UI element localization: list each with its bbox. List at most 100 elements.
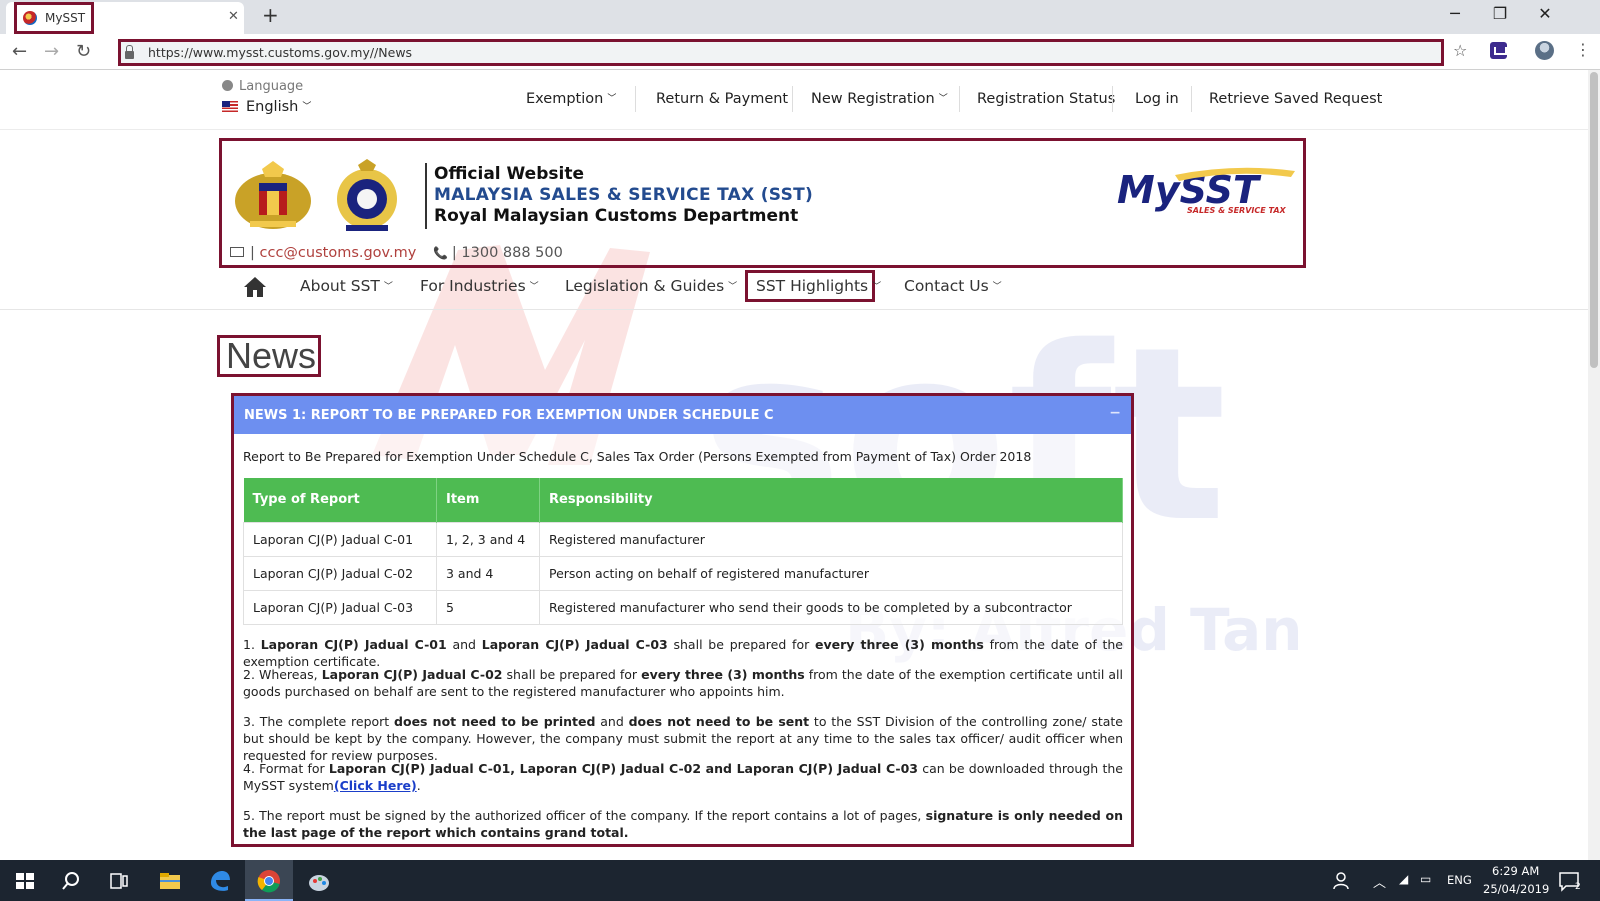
tab-title: MySST [45, 11, 86, 25]
header-title-customs: Royal Malaysian Customs Department [434, 206, 799, 226]
menu-sst-highlights[interactable]: SST Highlights ﹀ [756, 277, 881, 295]
nav-return-payment[interactable]: Return & Payment [656, 91, 788, 107]
site-header: Official Website MALAYSIA SALES & SERVIC… [219, 138, 1306, 268]
note-1: 1. Laporan CJ(P) Jadual C-01 and Laporan… [243, 637, 1124, 669]
globe-icon [222, 80, 233, 91]
tab-title-highlight: MySST [14, 2, 95, 34]
chevron-down-icon: ﹀ [728, 282, 738, 292]
back-icon[interactable]: ← [12, 41, 27, 62]
news-accordion-header[interactable]: NEWS 1: REPORT TO BE PREPARED FOR EXEMPT… [234, 396, 1131, 434]
header-title-official: Official Website [434, 164, 584, 184]
web-page: soft By: Alfred Tan Language English﹀ Ex… [0, 70, 1588, 860]
browser-menu-icon[interactable]: ⋮ [1575, 40, 1591, 59]
chevron-down-icon: ﹀ [383, 282, 393, 292]
restore-icon[interactable]: ❐ [1480, 4, 1520, 23]
address-bar[interactable]: https://www.mysst.customs.gov.my//News [118, 39, 1444, 66]
nav-divider [635, 86, 636, 112]
extension-icon[interactable] [1490, 42, 1507, 59]
home-icon[interactable] [243, 276, 267, 298]
clock-date[interactable]: 25/04/2019 [1483, 882, 1549, 896]
news-heading: NEWS 1: REPORT TO BE PREPARED FOR EXEMPT… [244, 407, 774, 423]
network-icon[interactable]: ◢ [1399, 872, 1408, 886]
report-table: Type of Report Item Responsibility Lapor… [243, 478, 1123, 625]
nav-divider [959, 86, 960, 112]
menu-contact-us[interactable]: Contact Us ﹀ [904, 277, 1002, 295]
profile-avatar-icon[interactable] [1535, 41, 1554, 60]
table-cell: Registered manufacturer who send their g… [539, 589, 1123, 625]
mysst-logo[interactable]: MySST SALES & SERVICE TAX [1115, 161, 1297, 217]
forward-icon[interactable]: → [44, 41, 59, 62]
nav-retrieve-saved-request[interactable]: Retrieve Saved Request [1209, 91, 1382, 107]
svg-text:SALES & SERVICE TAX: SALES & SERVICE TAX [1187, 206, 1287, 215]
chevron-down-icon: ﹀ [529, 282, 539, 292]
minimize-icon[interactable]: ─ [1435, 4, 1475, 23]
customs-emblem-icon [337, 159, 397, 231]
browser-toolbar: ← → ↻ https://www.mysst.customs.gov.my//… [0, 34, 1600, 70]
menu-for-industries[interactable]: For Industries ﹀ [420, 277, 539, 295]
table-cell: Laporan CJ(P) Jadual C-02 [243, 555, 437, 591]
collapse-icon[interactable]: − [1109, 405, 1121, 421]
chevron-down-icon: ﹀ [302, 102, 312, 112]
column-header: Responsibility [539, 478, 1123, 522]
table-header-row: Type of Report Item Responsibility [243, 478, 1123, 522]
task-view-icon[interactable] [106, 868, 132, 894]
browser-tab-strip: MySST ✕ + ─ ❐ ✕ [0, 0, 1600, 34]
lock-icon [125, 44, 134, 59]
battery-icon[interactable]: ▭ [1420, 872, 1431, 886]
language-label: Language [222, 79, 303, 94]
main-nav: About SST ﹀ For Industries ﹀ Legislation &… [0, 268, 1588, 310]
windows-start-icon[interactable] [12, 868, 38, 894]
note-2: 2. Whereas, Laporan CJ(P) Jadual C-02 sh… [243, 667, 1124, 699]
top-utility-nav: Language English ﹀ Exemption ﹀ Return & Pa… [0, 70, 1588, 130]
address-url[interactable]: https://www.mysst.customs.gov.my//News [148, 45, 412, 60]
people-icon[interactable] [1330, 868, 1356, 894]
table-cell: 1, 2, 3 and 4 [436, 521, 540, 557]
table-row: Laporan CJ(P) Jadual C-03 5 Registered m… [243, 589, 1123, 625]
us-flag-icon [222, 101, 238, 112]
chevron-down-icon: ﹀ [872, 282, 882, 292]
table-cell: 3 and 4 [436, 555, 540, 591]
edge-browser-icon[interactable] [207, 868, 233, 894]
language-selector[interactable]: English ﹀ [222, 99, 311, 115]
news-intro: Report to Be Prepared for Exemption Unde… [243, 449, 1032, 464]
new-tab-icon[interactable]: + [262, 3, 279, 27]
note-5: 5. The report must be signed by the auth… [243, 808, 1123, 840]
table-cell: Registered manufacturer [539, 521, 1123, 557]
file-explorer-icon[interactable] [157, 868, 183, 894]
close-tab-icon[interactable]: ✕ [228, 9, 239, 24]
header-divider [425, 163, 427, 229]
nav-exemption[interactable]: Exemption ﹀ [526, 91, 616, 107]
input-language[interactable]: ENG [1447, 873, 1472, 887]
page-title: News [217, 335, 321, 377]
table-cell: Laporan CJ(P) Jadual C-03 [243, 589, 437, 625]
table-cell: 5 [436, 589, 540, 625]
nav-new-registration[interactable]: New Registration ﹀ [811, 91, 948, 107]
envelope-icon [230, 247, 244, 257]
table-cell: Laporan CJ(P) Jadual C-01 [243, 521, 437, 557]
paint-app-icon[interactable] [306, 868, 332, 894]
clock-time[interactable]: 6:29 AM [1492, 864, 1539, 878]
chrome-icon[interactable] [256, 868, 282, 894]
contact-email-link[interactable]: ccc@customs.gov.my [260, 245, 417, 261]
show-hidden-icons-icon[interactable]: ︿ [1373, 872, 1386, 891]
header-contact: | ccc@customs.gov.my 📞 | 1300 888 500 [230, 245, 563, 261]
nav-log-in[interactable]: Log in [1135, 91, 1179, 107]
bookmark-star-icon[interactable]: ☆ [1453, 41, 1467, 60]
browser-tab[interactable]: MySST ✕ [6, 2, 244, 34]
chevron-down-icon: ﹀ [938, 94, 948, 104]
reload-icon[interactable]: ↻ [76, 41, 91, 62]
nav-divider [792, 86, 793, 112]
contact-phone: 1300 888 500 [461, 245, 563, 261]
menu-about-sst[interactable]: About SST ﹀ [300, 277, 393, 295]
click-here-link[interactable]: (Click Here) [334, 778, 417, 793]
table-cell: Person acting on behalf of registered ma… [539, 555, 1123, 591]
menu-legislation-guides[interactable]: Legislation & Guides ﹀ [565, 277, 737, 295]
header-title-sst: MALAYSIA SALES & SERVICE TAX (SST) [434, 185, 814, 205]
search-icon[interactable] [58, 868, 84, 894]
page-scrollbar[interactable] [1588, 70, 1600, 860]
table-row: Laporan CJ(P) Jadual C-01 1, 2, 3 and 4 … [243, 521, 1123, 557]
scrollbar-thumb[interactable] [1590, 72, 1598, 368]
nav-registration-status[interactable]: Registration Status [977, 91, 1115, 107]
close-window-icon[interactable]: ✕ [1525, 4, 1565, 23]
phone-icon: 📞 [432, 246, 448, 260]
